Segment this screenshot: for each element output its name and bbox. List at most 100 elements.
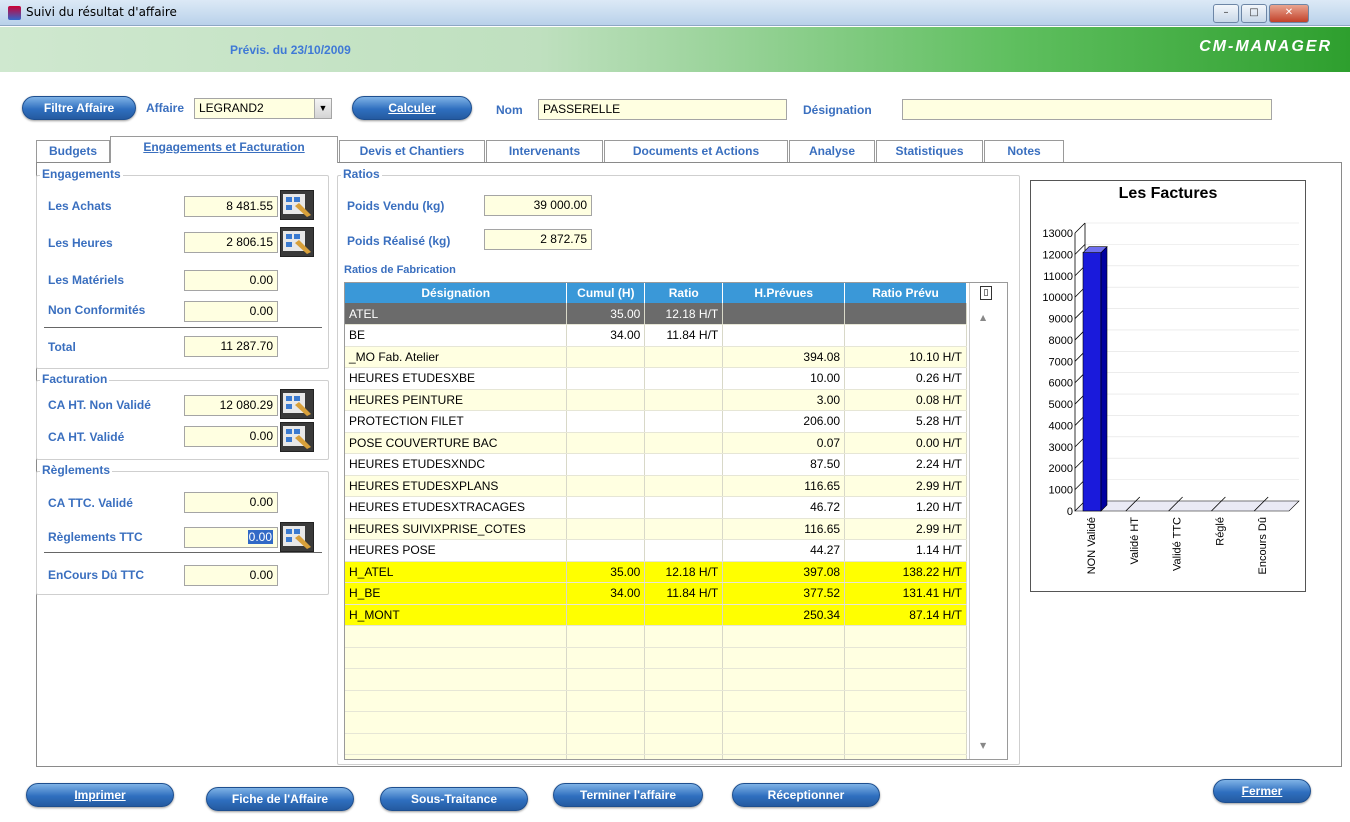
x-tick-label: Encours Dû [1257,517,1269,574]
col-ratio-prevu[interactable]: Ratio Prévu [844,283,967,303]
table-cell: HEURES ETUDESXPLANS [345,475,568,497]
table-cell [345,690,568,712]
table-cell: 2.99 H/T [844,518,967,540]
col-h-prevues[interactable]: H.Prévues [722,283,846,303]
fiche-affaire-button[interactable]: Fiche de l'Affaire [206,787,354,811]
table-row[interactable] [345,711,967,734]
table-row[interactable]: HEURES ETUDESXBE 10.00 0.26 H/T [345,367,967,390]
table-row[interactable]: HEURES ETUDESXPLANS 116.65 2.99 H/T [345,475,967,497]
table-cell [644,410,724,433]
table-row[interactable]: HEURES PEINTURE 3.00 0.08 H/T [345,389,967,411]
fermer-button[interactable]: Fermer [1213,779,1311,803]
tab-statistiques[interactable]: Statistiques [876,140,983,162]
table-row[interactable]: H_ATEL 35.00 12.18 H/T 397.08 138.22 H/T [345,561,967,583]
poids-realise-field: 2 872.75 [484,229,592,250]
calculator-icon[interactable] [280,227,314,257]
table-row[interactable]: HEURES ETUDESXTRACAGES 46.72 1.20 H/T [345,496,967,519]
table-row[interactable]: PROTECTION FILET 206.00 5.28 H/T [345,410,967,433]
table-row[interactable] [345,625,967,648]
table-cell [722,647,846,669]
table-cell: HEURES SUIVIXPRISE_COTES [345,518,568,540]
table-cell [644,367,724,390]
imprimer-button[interactable]: Imprimer [26,783,174,807]
tab-analyse[interactable]: Analyse [789,140,875,162]
table-row[interactable]: POSE COUVERTURE BAC 0.07 0.00 H/T [345,432,967,454]
sous-traitance-button[interactable]: Sous-Traitance [380,787,528,811]
table-row[interactable]: H_BE 34.00 11.84 H/T 377.52 131.41 H/T [345,582,967,605]
x-tick-label: Réglé [1214,517,1226,546]
calculator-icon[interactable] [280,190,314,220]
y-tick-label: 3000 [1049,442,1073,454]
ca-ht-nonvalide-label: CA HT. Non Validé [48,398,151,412]
tab-notes[interactable]: Notes [984,140,1064,162]
table-header: Désignation Cumul (H) Ratio H.Prévues Ra… [345,283,967,303]
table-cell [566,410,646,433]
table-cell: 87.50 [722,453,846,476]
scrollbar[interactable]: ▯ ▲ ▼ [969,283,1007,759]
scroll-up-icon[interactable]: ▲ [980,313,986,322]
calculer-button[interactable]: Calculer [352,96,472,120]
tab-intervenants[interactable]: Intervenants [486,140,603,162]
total-field: 11 287.70 [184,336,278,357]
affaire-select[interactable]: LEGRAND2 ▼ [194,98,332,119]
y-tick-label: 5000 [1049,399,1073,411]
y-tick-label: 10000 [1042,292,1073,304]
table-row[interactable]: HEURES SUIVIXPRISE_COTES 116.65 2.99 H/T [345,518,967,540]
y-tick-label: 1000 [1049,485,1073,497]
table-cell: 131.41 H/T [844,582,967,605]
table-cell [844,733,967,755]
filtre-affaire-button[interactable]: Filtre Affaire [22,96,136,120]
table-cell [566,668,646,691]
y-tick-label: 0 [1067,506,1073,518]
table-cell [722,690,846,712]
table-cell: 377.52 [722,582,846,605]
tab-devis-chantiers[interactable]: Devis et Chantiers [339,140,485,162]
tab-engagements-facturation[interactable]: Engagements et Facturation [110,136,338,163]
minimize-button[interactable]: – [1213,4,1239,23]
scroll-down-icon[interactable]: ▼ [980,741,986,750]
table-cell: HEURES POSE [345,539,568,562]
table-row[interactable] [345,733,967,755]
col-cumul[interactable]: Cumul (H) [566,283,646,303]
column-chooser-icon[interactable]: ▯ [980,286,992,300]
table-cell [844,668,967,691]
table-row[interactable]: H_MONT 250.34 87.14 H/T [345,604,967,626]
maximize-button[interactable]: □ [1241,4,1267,23]
table-cell: H_BE [345,582,568,605]
tab-budgets[interactable]: Budgets [36,140,110,162]
table-row[interactable] [345,647,967,669]
nom-field[interactable]: PASSERELLE [538,99,787,120]
affaire-value: LEGRAND2 [199,101,264,115]
calculator-icon[interactable] [280,389,314,419]
calculator-icon[interactable] [280,422,314,452]
table-cell [345,733,568,755]
table-row[interactable]: HEURES ETUDESXNDC 87.50 2.24 H/T [345,453,967,476]
table-row[interactable]: HEURES POSE 44.27 1.14 H/T [345,539,967,562]
ratios-title: Ratios [341,167,382,181]
receptionner-button[interactable]: Réceptionner [732,783,880,807]
y-tick-label: 13000 [1042,228,1073,240]
table-cell [644,625,724,648]
col-designation[interactable]: Désignation [345,283,568,303]
table-row[interactable]: ATEL 35.00 12.18 H/T [345,303,967,325]
close-button[interactable]: ✕ [1269,4,1309,23]
calculator-icon[interactable] [280,522,314,552]
reglements-ttc-field[interactable]: 0.00 [184,527,278,548]
designation-field[interactable] [902,99,1272,120]
terminer-affaire-button[interactable]: Terminer l'affaire [553,783,703,807]
col-ratio[interactable]: Ratio [644,283,724,303]
table-cell [566,539,646,562]
table-row[interactable] [345,668,967,691]
divider [44,327,322,328]
tab-documents-actions[interactable]: Documents et Actions [604,140,788,162]
table-row[interactable]: BE 34.00 11.84 H/T [345,324,967,347]
table-row[interactable] [345,754,967,759]
table-cell [566,733,646,755]
table-row[interactable] [345,690,967,712]
table-row[interactable]: _MO Fab. Atelier 394.08 10.10 H/T [345,346,967,368]
ratios-table[interactable]: Désignation Cumul (H) Ratio H.Prévues Ra… [344,282,1008,760]
divider [44,552,322,553]
table-cell [722,754,846,759]
chevron-down-icon[interactable]: ▼ [314,99,331,118]
table-cell [644,733,724,755]
